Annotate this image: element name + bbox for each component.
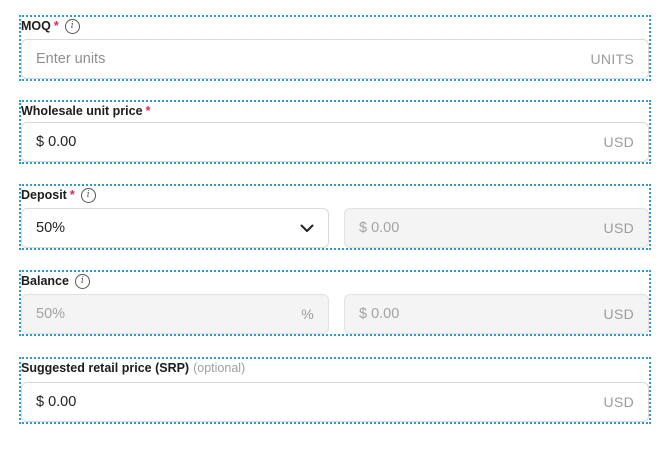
balance-label-row: Balance i bbox=[21, 272, 90, 290]
required-mark: * bbox=[69, 188, 75, 202]
srp-currency-suffix: USD bbox=[603, 394, 634, 410]
srp-label: Suggested retail price (SRP) bbox=[21, 361, 190, 375]
deposit-amount-value: $ 0.00 bbox=[359, 220, 400, 236]
srp-price-input[interactable]: $ 0.00 USD bbox=[21, 382, 649, 422]
deposit-percent-select[interactable]: 50% bbox=[21, 208, 329, 248]
chevron-down-icon bbox=[300, 224, 314, 233]
info-icon[interactable]: i bbox=[64, 18, 80, 34]
wholesale-label: Wholesale unit price bbox=[21, 104, 143, 118]
moq-label: MOQ bbox=[21, 19, 51, 33]
srp-price-value: $ 0.00 bbox=[36, 394, 77, 410]
balance-section: Balance i 50% % $ 0.00 USD bbox=[19, 270, 651, 336]
wholesale-label-row: Wholesale unit price * bbox=[21, 102, 150, 120]
deposit-section: Deposit * i 50% $ 0.00 USD bbox=[19, 184, 651, 250]
balance-currency-suffix: USD bbox=[603, 306, 634, 322]
required-mark: * bbox=[145, 104, 151, 118]
wholesale-price-value: $ 0.00 bbox=[36, 134, 77, 150]
moq-label-row: MOQ * i bbox=[21, 17, 80, 35]
deposit-label: Deposit bbox=[21, 188, 67, 202]
moq-placeholder: Enter units bbox=[36, 51, 106, 67]
balance-percent-value: 50% bbox=[36, 306, 66, 322]
moq-input[interactable]: Enter units UNITS bbox=[21, 39, 649, 79]
moq-section: MOQ * i Enter units UNITS bbox=[19, 15, 651, 81]
balance-amount-field: $ 0.00 USD bbox=[344, 294, 649, 334]
balance-amount-value: $ 0.00 bbox=[359, 306, 400, 322]
srp-label-row: Suggested retail price (SRP) (optional) bbox=[21, 359, 245, 377]
info-icon[interactable]: i bbox=[74, 273, 90, 289]
wholesale-currency-suffix: USD bbox=[603, 134, 634, 150]
balance-percent-suffix: % bbox=[301, 306, 314, 322]
srp-section: Suggested retail price (SRP) (optional) … bbox=[19, 357, 651, 424]
wholesale-section: Wholesale unit price * $ 0.00 USD bbox=[19, 100, 651, 164]
deposit-amount-field: $ 0.00 USD bbox=[344, 208, 649, 248]
balance-label: Balance bbox=[21, 274, 69, 288]
deposit-label-row: Deposit * i bbox=[21, 186, 96, 204]
deposit-selected-option: 50% bbox=[36, 220, 66, 236]
info-icon[interactable]: i bbox=[80, 187, 96, 203]
deposit-currency-suffix: USD bbox=[603, 220, 634, 236]
optional-hint: (optional) bbox=[193, 361, 246, 375]
wholesale-price-input[interactable]: $ 0.00 USD bbox=[21, 122, 649, 162]
balance-percent-field: 50% % bbox=[21, 294, 329, 334]
required-mark: * bbox=[53, 19, 59, 33]
moq-unit-suffix: UNITS bbox=[590, 51, 634, 67]
